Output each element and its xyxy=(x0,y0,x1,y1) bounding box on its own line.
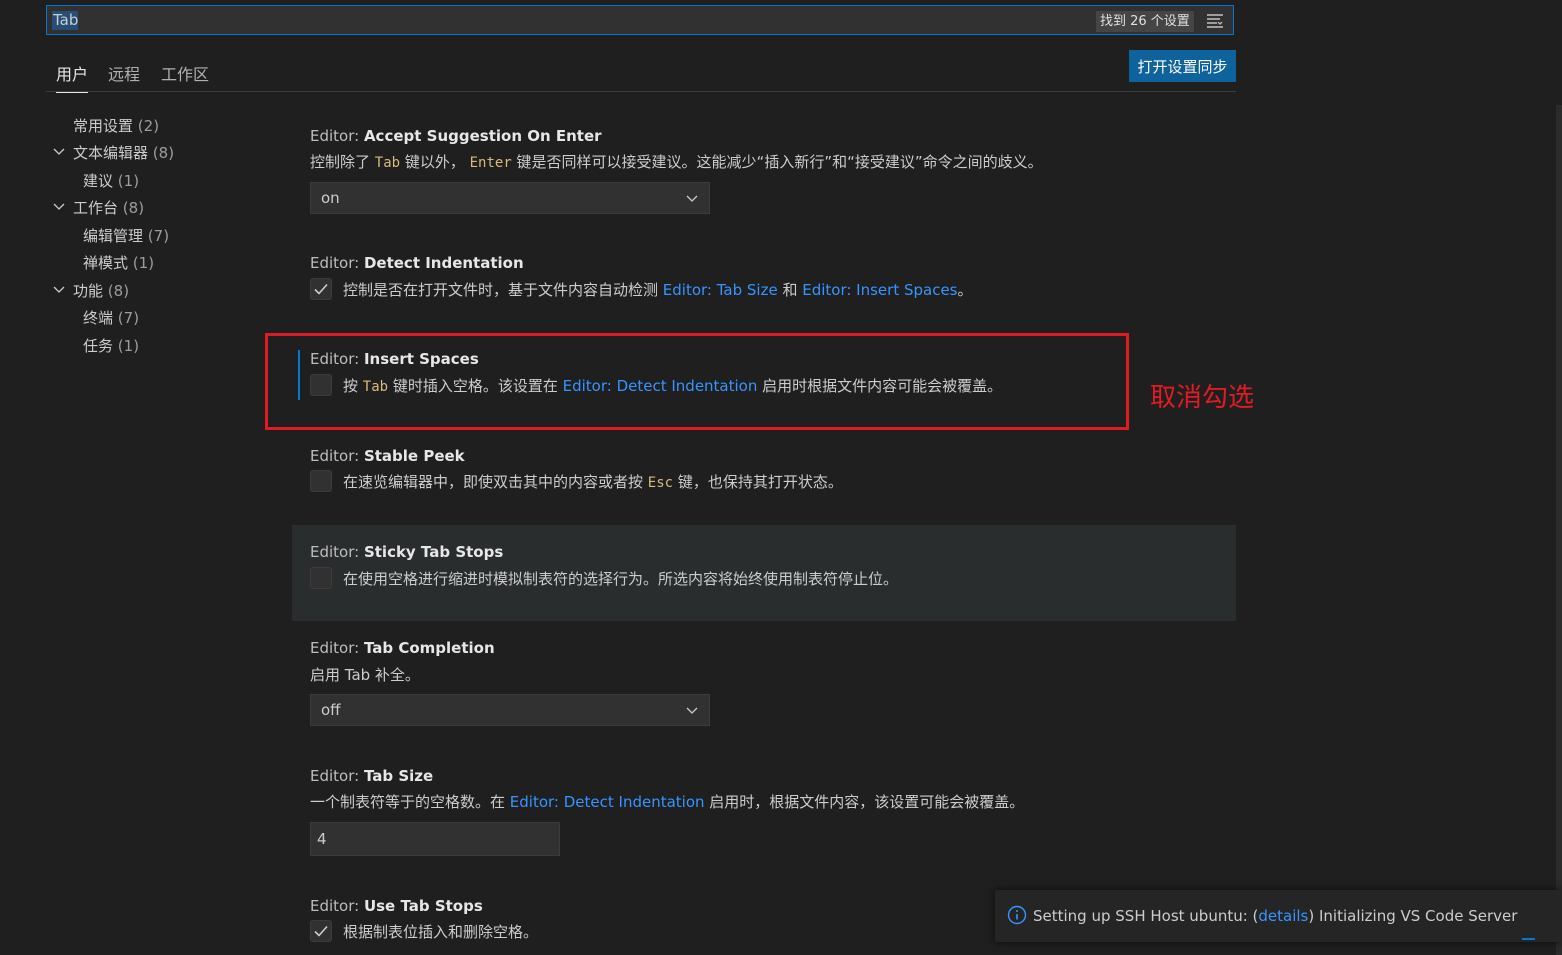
tab-size-input[interactable]: 4 xyxy=(310,822,560,856)
settings-scope-tabs: 用户 远程 工作区 xyxy=(46,56,1236,93)
sticky-tab-stops-checkbox[interactable] xyxy=(310,567,332,589)
toc-count: (1) xyxy=(117,172,140,190)
toc-count: (1) xyxy=(117,337,140,355)
vertical-scrollbar[interactable] xyxy=(1556,105,1562,955)
toc-label: 常用设置 xyxy=(73,117,134,135)
toc-count: (2) xyxy=(137,117,160,135)
setting-description: 一个制表符等于的空格数。在 Editor: Detect Indentation… xyxy=(310,793,1025,811)
dropdown-value: off xyxy=(321,701,341,719)
setting-description: 控制除了 Tab 键以外， Enter 键是否同样可以接受建议。这能减少“插入新… xyxy=(310,153,1043,171)
setting-title: Editor: Tab Completion xyxy=(310,639,495,657)
settings-search-box[interactable]: 找到 26 个设置 xyxy=(46,5,1234,35)
chevron-down-icon xyxy=(686,195,698,202)
tab-user[interactable]: 用户 xyxy=(56,61,89,93)
setting-title: Editor: Detect Indentation xyxy=(310,254,524,272)
toc-item-terminal[interactable]: 终端 (7) xyxy=(83,307,139,328)
notification-toast: Setting up SSH Host ubuntu: (details) In… xyxy=(995,890,1562,942)
chevron-down-icon xyxy=(53,203,65,210)
filter-icon[interactable] xyxy=(1205,11,1227,31)
setting-title: Editor: Stable Peek xyxy=(310,447,465,465)
toc-label: 编辑管理 xyxy=(83,227,144,245)
chevron-down-icon xyxy=(53,286,65,293)
search-result-count: 找到 26 个设置 xyxy=(1096,11,1194,32)
setting-description: 根据制表位插入和删除空格。 xyxy=(343,923,539,941)
setting-title: Editor: Tab Size xyxy=(310,767,434,785)
tab-workspace[interactable]: 工作区 xyxy=(161,61,209,85)
toc-count: (7) xyxy=(117,309,140,327)
toc-count: (8) xyxy=(107,282,130,300)
toc-count: (7) xyxy=(147,227,170,245)
toc-item-zen-mode[interactable]: 禅模式 (1) xyxy=(83,252,154,273)
toc-label: 建议 xyxy=(83,172,114,190)
settings-search-input[interactable] xyxy=(53,10,953,30)
tab-completion-dropdown[interactable]: off xyxy=(310,694,710,726)
annotation-label: 取消勾选 xyxy=(1150,383,1255,413)
toc-item-editor-management[interactable]: 编辑管理 (7) xyxy=(83,225,169,246)
annotation-highlight-box xyxy=(265,333,1129,430)
input-value: 4 xyxy=(317,830,327,848)
setting-link[interactable]: Editor: Insert Spaces xyxy=(802,281,957,299)
turn-on-settings-sync-button[interactable]: 打开设置同步 xyxy=(1129,50,1236,82)
notification-message: Setting up SSH Host ubuntu: (details) In… xyxy=(1033,907,1518,925)
toc-label: 终端 xyxy=(83,309,114,327)
stable-peek-checkbox[interactable] xyxy=(310,470,332,492)
toc-item-tasks[interactable]: 任务 (1) xyxy=(83,335,139,356)
toc-item-features[interactable]: 功能 (8) xyxy=(50,280,129,301)
details-link[interactable]: details xyxy=(1258,907,1308,925)
toc-label: 任务 xyxy=(83,337,114,355)
progress-indicator xyxy=(1522,938,1535,940)
accept-suggestion-dropdown[interactable]: on xyxy=(310,182,710,214)
toc-label: 工作台 xyxy=(73,199,119,217)
chevron-down-icon xyxy=(686,707,698,714)
dropdown-value: on xyxy=(321,189,340,207)
detect-indentation-checkbox[interactable] xyxy=(310,278,332,300)
tab-remote[interactable]: 远程 xyxy=(108,61,140,85)
checkmark-icon xyxy=(314,925,328,937)
setting-title: Editor: Use Tab Stops xyxy=(310,897,483,915)
toc-count: (1) xyxy=(132,254,155,272)
toc-label: 功能 xyxy=(73,282,104,300)
toc-label: 禅模式 xyxy=(83,254,129,272)
setting-description: 控制是否在打开文件时，基于文件内容自动检测 Editor: Tab Size 和… xyxy=(343,281,973,299)
toc-item-workbench[interactable]: 工作台 (8) xyxy=(50,197,144,218)
checkmark-icon xyxy=(314,283,328,295)
toc-item-common[interactable]: 常用设置 (2) xyxy=(73,115,159,136)
setting-title: Editor: Accept Suggestion On Enter xyxy=(310,127,602,145)
toc-item-suggestions[interactable]: 建议 (1) xyxy=(83,170,139,191)
setting-description: 在使用空格进行缩进时模拟制表符的选择行为。所选内容将始终使用制表符停止位。 xyxy=(343,570,899,588)
toc-item-text-editor[interactable]: 文本编辑器 (8) xyxy=(50,142,174,163)
setting-description: 在速览编辑器中，即使双击其中的内容或者按 Esc 键，也保持其打开状态。 xyxy=(343,473,843,491)
toc-count: (8) xyxy=(152,144,175,162)
setting-title: Editor: Sticky Tab Stops xyxy=(310,543,504,561)
use-tab-stops-checkbox[interactable] xyxy=(310,920,332,942)
info-icon xyxy=(1007,905,1027,925)
toc-label: 文本编辑器 xyxy=(73,144,149,162)
setting-link[interactable]: Editor: Detect Indentation xyxy=(510,793,705,811)
setting-description: 启用 Tab 补全。 xyxy=(310,666,420,684)
chevron-down-icon xyxy=(53,148,65,155)
toc-count: (8) xyxy=(122,199,145,217)
setting-link[interactable]: Editor: Tab Size xyxy=(663,281,778,299)
